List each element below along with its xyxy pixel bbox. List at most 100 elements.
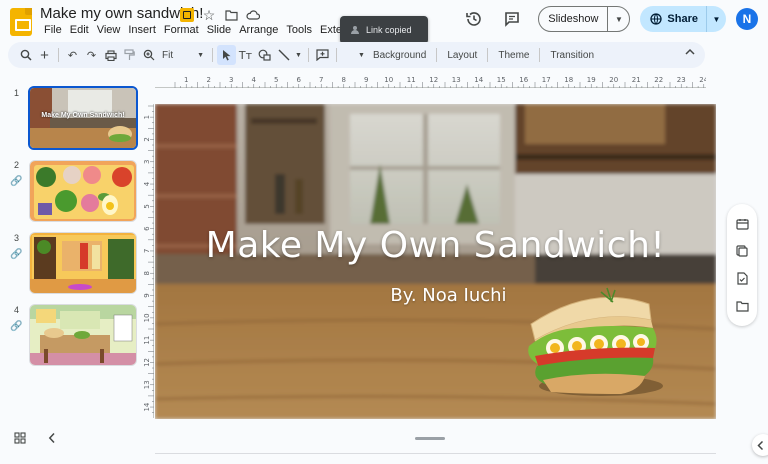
slide-number: 3 <box>14 233 20 243</box>
move-to-folder-icon[interactable] <box>179 7 195 23</box>
ruler-ticks: 1234567891011121314 <box>143 105 154 413</box>
ruler-label: 19 <box>587 76 596 84</box>
toolbar-divider <box>335 48 337 62</box>
ruler-label: 15 <box>497 76 506 84</box>
menu-view[interactable]: View <box>93 23 125 37</box>
slide-title[interactable]: Make My Own Sandwich! <box>155 225 716 266</box>
toolbar-divider <box>307 48 309 62</box>
menu-tools[interactable]: Tools <box>282 23 316 37</box>
comments-icon[interactable] <box>500 7 524 31</box>
slide-thumbnail-1[interactable]: Make My Own Sandwich! <box>28 86 138 150</box>
text-box-icon[interactable]: Tт <box>236 45 255 65</box>
keep-icon[interactable] <box>735 244 749 258</box>
share-dropdown-icon[interactable]: ▼ <box>706 6 726 32</box>
redo-icon[interactable]: ↷ <box>82 45 101 65</box>
menu-file[interactable]: File <box>40 23 66 37</box>
ruler-label: 4 <box>252 76 257 84</box>
slideshow-label: Slideshow <box>548 13 599 25</box>
zoom-icon[interactable] <box>139 45 158 65</box>
ruler-label: 17 <box>542 76 551 84</box>
transition-button[interactable]: Transition <box>544 50 600 61</box>
calendar-icon[interactable] <box>735 217 749 231</box>
zoom-dropdown-icon: ▼ <box>197 51 204 59</box>
link-icon: 🔗 <box>10 176 23 187</box>
header-actions: Slideshow ▼ Share ▼ N <box>462 6 758 32</box>
shape-icon[interactable] <box>255 45 274 65</box>
zoom-select[interactable]: Fit ▼ <box>158 45 208 65</box>
share-button[interactable]: Share ▼ <box>640 6 726 32</box>
speaker-notes-handle[interactable] <box>415 437 445 440</box>
ruler-label: 8 <box>143 271 151 275</box>
grid-view-icon[interactable] <box>14 432 26 447</box>
slideshow-button[interactable]: Slideshow ▼ <box>538 6 631 32</box>
slide-4-preview <box>30 305 136 365</box>
folder-icon[interactable] <box>223 7 239 23</box>
toolbar-divider <box>539 48 541 62</box>
ruler-label: 10 <box>384 76 393 84</box>
collapse-filmstrip-icon[interactable] <box>48 432 56 447</box>
background-button[interactable]: Background <box>367 50 432 61</box>
ruler-label: 22 <box>654 76 663 84</box>
undo-icon[interactable]: ↶ <box>63 45 82 65</box>
horizontal-ruler[interactable]: 1 2 3 4 5 6 7 8 9 10 11 12 13 14 15 16 17 18 19 20 21 22 23 24 <box>155 74 709 88</box>
menu-slide[interactable]: Slide <box>203 23 235 37</box>
slide-number: 4 <box>14 305 20 315</box>
link-icon: 🔗 <box>10 249 23 260</box>
collapse-toolbar-icon[interactable] <box>685 46 695 58</box>
slideshow-dropdown-icon[interactable]: ▼ <box>607 7 629 31</box>
print-icon[interactable] <box>101 45 120 65</box>
menu-arrange[interactable]: Arrange <box>235 23 282 37</box>
share-label: Share <box>667 13 698 25</box>
zoom-value: Fit <box>162 49 174 61</box>
toolbar-divider <box>58 48 59 62</box>
slide-1-preview <box>30 88 136 148</box>
sandwich-image[interactable] <box>521 284 671 399</box>
line-dropdown-icon[interactable]: ▼ <box>293 45 304 65</box>
line-icon[interactable] <box>274 45 293 65</box>
speaker-notes-divider <box>155 453 716 454</box>
menu-insert[interactable]: Insert <box>124 23 160 37</box>
ruler-label: 24 <box>699 76 706 84</box>
ruler-label: 1 <box>143 115 151 119</box>
menu-format[interactable]: Format <box>160 23 203 37</box>
menu-edit[interactable]: Edit <box>66 23 93 37</box>
star-icon[interactable]: ☆ <box>201 7 217 23</box>
ruler-label: 23 <box>677 76 686 84</box>
cloud-saved-icon[interactable] <box>245 7 261 23</box>
ruler-label: 16 <box>519 76 528 84</box>
ruler-label: 14 <box>143 402 151 411</box>
vertical-ruler[interactable]: 1 2 3 4 5 6 7 8 9 10 11 12 13 14 <box>140 104 154 418</box>
slides-logo[interactable] <box>10 8 32 36</box>
layout-button[interactable]: Layout <box>441 50 483 61</box>
title-icons: ☆ <box>179 7 261 23</box>
tasks-icon[interactable] <box>735 272 749 286</box>
ruler-label: 13 <box>143 380 151 389</box>
side-panel-toggle-icon[interactable] <box>752 434 768 456</box>
paint-format-icon[interactable] <box>120 45 139 65</box>
theme-button[interactable]: Theme <box>492 50 535 61</box>
version-history-icon[interactable] <box>462 7 486 31</box>
slide-thumbnail-3[interactable] <box>29 232 137 294</box>
ruler-label: 11 <box>407 76 416 84</box>
ruler-label: 12 <box>143 358 151 367</box>
share-main[interactable]: Share <box>640 6 706 32</box>
folder-icon[interactable] <box>735 299 749 313</box>
search-menus-icon[interactable] <box>16 45 35 65</box>
more-dropdown-icon[interactable]: ▼ <box>341 45 367 65</box>
slide-canvas[interactable]: Make My Own Sandwich! By. Noa Iuchi <box>155 104 716 419</box>
slide-number: 1 <box>14 88 20 98</box>
select-tool-icon[interactable] <box>217 45 236 65</box>
toolbar-divider <box>487 48 489 62</box>
ruler-ticks: 1 2 3 4 5 6 7 8 9 10 11 12 13 14 15 16 17 18 19 20 21 22 23 24 <box>174 76 709 88</box>
toolbar: + ↶ ↷ Fit ▼ Tт ▼ ▼ Background Layout The… <box>8 42 705 68</box>
slide-thumbnail-2[interactable] <box>29 160 137 222</box>
side-panel <box>727 204 757 326</box>
slide-thumbnail-4[interactable] <box>29 304 137 366</box>
ruler-label: 6 <box>297 76 302 84</box>
toolbar-divider <box>212 48 213 62</box>
avatar[interactable]: N <box>736 8 758 30</box>
add-comment-icon[interactable] <box>313 45 332 65</box>
slide-2-preview <box>30 161 136 221</box>
ruler-label: 2 <box>143 137 151 141</box>
new-slide-icon[interactable]: + <box>35 45 54 65</box>
